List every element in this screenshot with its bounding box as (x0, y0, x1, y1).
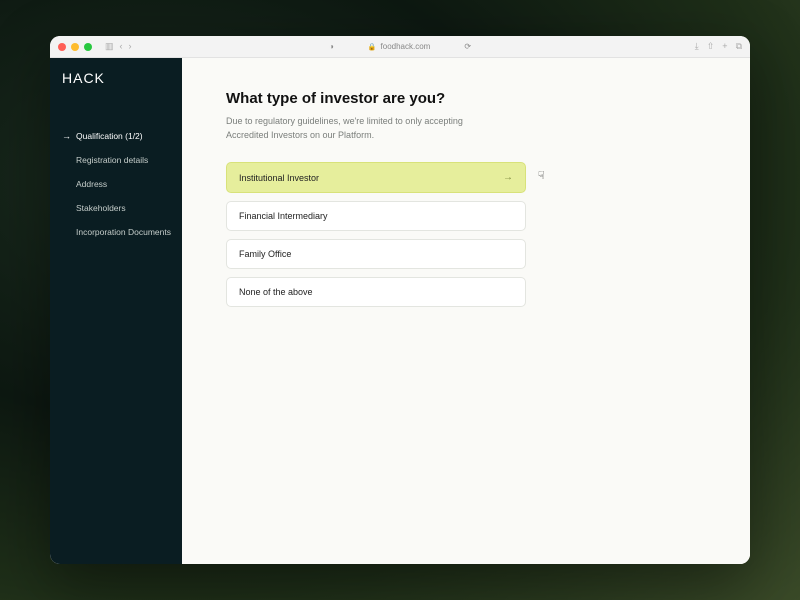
option-label: Institutional Investor (239, 173, 319, 183)
sidebar-item-label: Address (76, 179, 107, 189)
sidebar-item-label: Incorporation Documents (76, 227, 171, 237)
option-family-office[interactable]: Family Office (226, 239, 526, 269)
sidebar-item-label: Qualification (1/2) (76, 131, 143, 141)
option-none[interactable]: None of the above (226, 277, 526, 307)
sidebar: HACK → Qualification (1/2) Registration … (50, 58, 182, 564)
sidebar-toggle-icon[interactable]: ▥ (105, 41, 114, 52)
arrow-right-icon: → (503, 172, 513, 183)
option-label: None of the above (239, 287, 313, 297)
browser-window: ▥ ‹ › ◑ 🔒 foodhack.com ⟳ ⤓ ⇧ + ⧉ HACK → … (50, 36, 750, 564)
sidebar-item-stakeholders[interactable]: Stakeholders (50, 196, 182, 220)
option-financial-intermediary[interactable]: Financial Intermediary (226, 201, 526, 231)
shield-icon: ◑ (329, 42, 334, 51)
download-icon[interactable]: ⤓ (695, 41, 699, 52)
option-label: Family Office (239, 249, 291, 259)
window-titlebar: ▥ ‹ › ◑ 🔒 foodhack.com ⟳ ⤓ ⇧ + ⧉ (50, 36, 750, 58)
arrow-right-icon: → (62, 131, 72, 141)
minimize-window-button[interactable] (71, 43, 79, 51)
toolbar-right: ⤓ ⇧ + ⧉ (695, 41, 742, 52)
sidebar-item-label: Stakeholders (76, 203, 126, 213)
window-controls (58, 43, 92, 51)
page-title: What type of investor are you? (226, 90, 706, 107)
main-panel: What type of investor are you? Due to re… (182, 58, 750, 564)
maximize-window-button[interactable] (84, 43, 92, 51)
app-content: HACK → Qualification (1/2) Registration … (50, 58, 750, 564)
sidebar-item-registration[interactable]: Registration details (50, 148, 182, 172)
sidebar-item-qualification[interactable]: → Qualification (1/2) (50, 124, 182, 148)
brand-logo: HACK (50, 70, 182, 124)
page-subtitle: Due to regulatory guidelines, we're limi… (226, 115, 506, 142)
lock-icon: 🔒 (368, 43, 377, 51)
sidebar-item-incorporation[interactable]: Incorporation Documents (50, 220, 182, 244)
toolbar-left: ▥ ‹ › (105, 41, 132, 52)
nav-back-icon[interactable]: ‹ (120, 41, 123, 52)
refresh-icon[interactable]: ⟳ (464, 42, 471, 51)
share-icon[interactable]: ⇧ (707, 41, 715, 52)
url-text: foodhack.com (381, 42, 431, 51)
tabs-icon[interactable]: ⧉ (736, 41, 742, 52)
close-window-button[interactable] (58, 43, 66, 51)
new-tab-icon[interactable]: + (722, 41, 727, 52)
sidebar-item-label: Registration details (76, 155, 148, 165)
address-bar[interactable]: ◑ 🔒 foodhack.com ⟳ (329, 42, 471, 51)
option-institutional-investor[interactable]: Institutional Investor → (226, 162, 526, 193)
nav-forward-icon[interactable]: › (129, 41, 132, 52)
sidebar-item-address[interactable]: Address (50, 172, 182, 196)
option-label: Financial Intermediary (239, 211, 328, 221)
investor-type-options: Institutional Investor → Financial Inter… (226, 162, 526, 307)
